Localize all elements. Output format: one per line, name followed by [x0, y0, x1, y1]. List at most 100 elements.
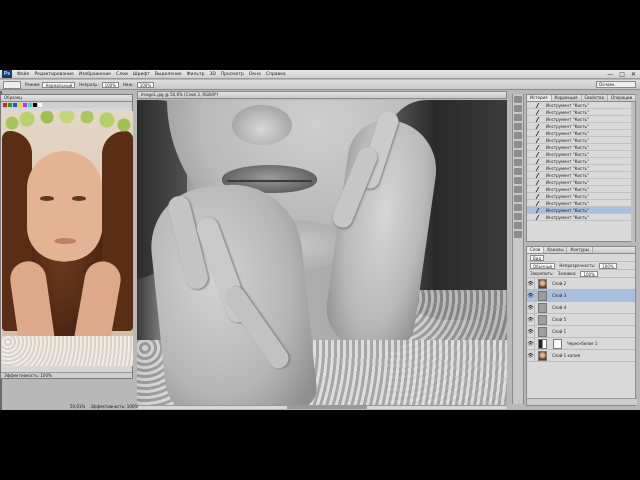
blend-mode-select[interactable]: Обычные: [530, 262, 556, 269]
workspace-select[interactable]: Основн.: [596, 81, 636, 88]
history-item[interactable]: Инструмент "Кисть": [527, 130, 635, 137]
character-icon[interactable]: [514, 141, 522, 148]
menu-3d[interactable]: 3D: [209, 72, 215, 77]
tab-layers[interactable]: Слои: [527, 247, 545, 253]
visibility-eye-icon[interactable]: 👁: [527, 289, 535, 302]
brush-presets-icon[interactable]: [514, 123, 522, 130]
menu-layers[interactable]: Слои: [116, 72, 128, 77]
history-item[interactable]: Инструмент "Кисть": [527, 116, 635, 123]
layer-mask-thumbnail[interactable]: [553, 338, 562, 349]
history-scrollbar[interactable]: [631, 102, 635, 242]
zoom-level[interactable]: 50,61%: [70, 404, 85, 409]
tab-corrections[interactable]: Коррекция: [552, 95, 582, 101]
swatch[interactable]: [8, 103, 12, 107]
history-item[interactable]: Инструмент "Кисть": [527, 123, 635, 130]
navigator-icon[interactable]: [514, 159, 522, 166]
lip-line: [227, 180, 312, 182]
histogram-icon[interactable]: [514, 177, 522, 184]
tab-channels[interactable]: Каналы: [544, 247, 568, 253]
actions-icon[interactable]: [514, 105, 522, 112]
document-tab[interactable]: Image1.jpg @ 50,6% (Слой 3, RGB/8*): [137, 91, 507, 99]
info-icon[interactable]: [514, 168, 522, 175]
history-item[interactable]: Инструмент "Кисть": [527, 144, 635, 151]
menu-select[interactable]: Выделение: [155, 72, 182, 77]
history-item[interactable]: Инструмент "Кисть": [527, 151, 635, 158]
tab-history[interactable]: История: [527, 95, 552, 101]
layer-kind-filter[interactable]: Вид: [530, 254, 545, 261]
swatch-row: [1, 102, 132, 108]
history-item[interactable]: Инструмент "Кисть": [527, 186, 635, 193]
history-item[interactable]: Инструмент "Кисть": [527, 200, 635, 207]
visibility-eye-icon[interactable]: 👁: [527, 277, 535, 290]
layer-list: 👁 Слой 2 👁 Слой 3 👁 Слой 4 👁 Слой 5 👁 Слой 1 👁 Черн…: [527, 277, 635, 362]
history-item[interactable]: Инструмент "Кисть": [527, 214, 635, 221]
layer-row[interactable]: 👁 Слой 2: [527, 277, 635, 290]
layer-name: Слой 4: [552, 305, 567, 310]
tab-actions[interactable]: Операции: [608, 95, 637, 101]
layer-name: Слой 2: [552, 281, 567, 286]
visibility-eye-icon[interactable]: 👁: [527, 337, 535, 350]
menu-help[interactable]: Справка: [266, 72, 286, 77]
history-item[interactable]: Инструмент "Кисть": [527, 102, 635, 109]
history-item-label: Инструмент "Кисть": [546, 102, 589, 108]
brush-icon[interactable]: [514, 114, 522, 121]
history-item[interactable]: Инструмент "Кисть": [527, 137, 635, 144]
paths-icon[interactable]: [514, 231, 522, 238]
document-canvas[interactable]: [137, 100, 507, 405]
visibility-eye-icon[interactable]: 👁: [527, 313, 535, 326]
swatch[interactable]: [13, 103, 17, 107]
fill-input[interactable]: 100%: [580, 270, 598, 277]
masks-icon[interactable]: [514, 222, 522, 229]
swatches-icon[interactable]: [514, 195, 522, 202]
opacity-input[interactable]: 100%: [101, 81, 119, 88]
reference-window[interactable]: Образец Эффективность: 100%: [0, 94, 133, 379]
swatch[interactable]: [33, 103, 37, 107]
swatch[interactable]: [3, 103, 7, 107]
tab-paths[interactable]: Контуры: [567, 247, 593, 253]
swatch[interactable]: [38, 103, 42, 107]
close-button[interactable]: ✕: [631, 71, 636, 78]
visibility-eye-icon[interactable]: 👁: [527, 349, 535, 362]
visibility-eye-icon[interactable]: 👁: [527, 301, 535, 314]
history-item[interactable]: Инструмент "Кисть": [527, 109, 635, 116]
minimize-button[interactable]: —: [607, 71, 613, 78]
brush-preset-picker[interactable]: [3, 80, 21, 89]
layer-opacity-input[interactable]: 100%: [599, 262, 617, 269]
clone-source-icon[interactable]: [514, 132, 522, 139]
color-icon[interactable]: [514, 186, 522, 193]
layer-row[interactable]: 👁 Слой 3: [527, 289, 635, 302]
menu-type[interactable]: Шрифт: [133, 72, 150, 77]
menu-edit[interactable]: Редактирование: [34, 72, 73, 77]
paragraph-icon[interactable]: [514, 150, 522, 157]
history-icon[interactable]: [514, 96, 522, 103]
layer-row[interactable]: 👁 Черно-белое 1: [527, 337, 635, 350]
menu-file[interactable]: Файл: [17, 72, 29, 77]
swatch[interactable]: [28, 103, 32, 107]
menu-image[interactable]: Изображение: [79, 72, 111, 77]
reference-window-title[interactable]: Образец: [1, 95, 132, 102]
layer-row[interactable]: 👁 Слой 4: [527, 301, 635, 314]
adjustments-icon[interactable]: [514, 213, 522, 220]
swatch[interactable]: [23, 103, 27, 107]
maximize-button[interactable]: □: [619, 71, 625, 78]
history-item[interactable]: Инструмент "Кисть": [527, 179, 635, 186]
menu-filter[interactable]: Фильтр: [187, 72, 205, 77]
layer-row[interactable]: 👁 Слой 1 копия: [527, 349, 635, 362]
history-item[interactable]: Инструмент "Кисть": [527, 193, 635, 200]
visibility-eye-icon[interactable]: 👁: [527, 325, 535, 338]
menu-window[interactable]: Окно: [249, 72, 261, 77]
menu-view[interactable]: Просмотр: [221, 72, 244, 77]
history-item[interactable]: Инструмент "Кисть": [527, 207, 635, 214]
swatch[interactable]: [18, 103, 22, 107]
history-item[interactable]: Инструмент "Кисть": [527, 158, 635, 165]
styles-icon[interactable]: [514, 204, 522, 211]
history-item[interactable]: Инструмент "Кисть": [527, 165, 635, 172]
photoshop-window: Ps Файл Редактирование Изображение Слои …: [0, 70, 640, 410]
layer-row[interactable]: 👁 Слой 1: [527, 325, 635, 338]
flow-input[interactable]: 100%: [136, 81, 155, 88]
brush-icon: [535, 179, 545, 185]
tab-properties[interactable]: Свойства: [582, 95, 609, 101]
mode-select[interactable]: Нормальный: [42, 81, 76, 88]
history-item[interactable]: Инструмент "Кисть": [527, 172, 635, 179]
layer-row[interactable]: 👁 Слой 5: [527, 313, 635, 326]
